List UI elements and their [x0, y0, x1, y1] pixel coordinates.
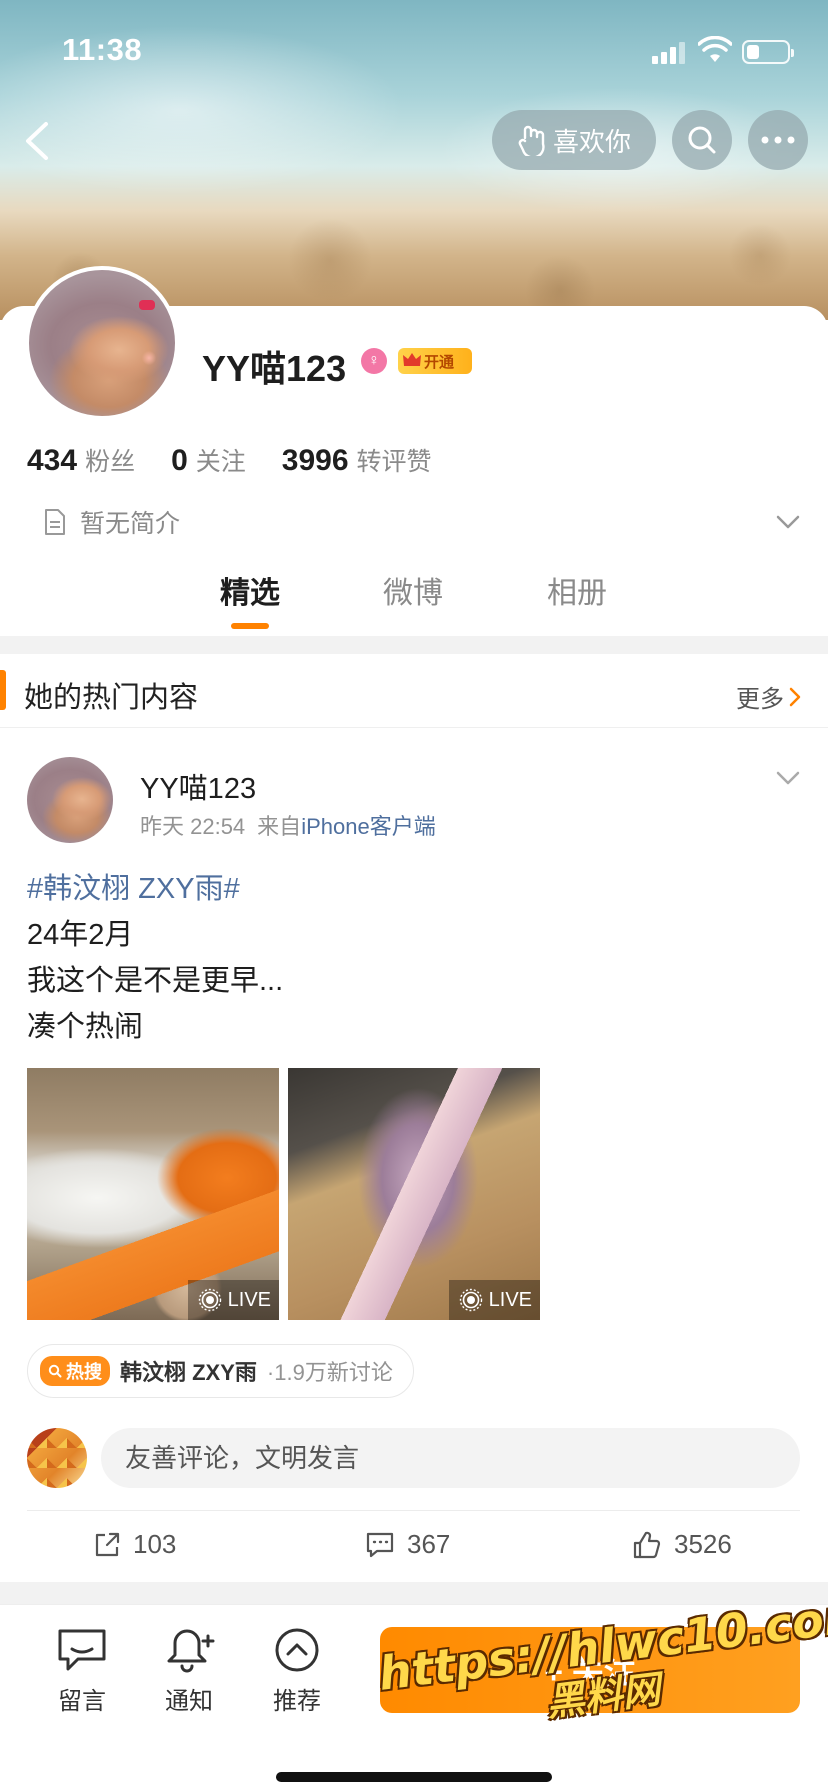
vip-open-badge[interactable]: 开通 — [398, 348, 472, 374]
female-icon: ♀ — [361, 348, 387, 374]
profile-username: YY喵123 — [202, 348, 347, 389]
message-button[interactable]: 留言 — [42, 1627, 122, 1716]
search-icon — [48, 1364, 62, 1378]
like-count: 3526 — [674, 1529, 732, 1559]
repost-count: 103 — [133, 1529, 177, 1559]
bell-plus-icon — [167, 1629, 215, 1673]
post-time: 昨天 22:54 — [140, 814, 246, 839]
message-icon — [58, 1629, 106, 1671]
more-icon — [761, 136, 795, 144]
hot-search-pill: 热搜 — [40, 1356, 110, 1386]
status-time: 11:38 — [62, 32, 143, 67]
recommend-label: 推荐 — [273, 1688, 321, 1715]
profile-stats: 434 粉丝 0 关注 3996 转评赞 — [27, 442, 468, 478]
crown-icon — [403, 353, 421, 366]
more-button[interactable] — [748, 110, 808, 170]
followers-count[interactable]: 434 — [27, 444, 77, 478]
tab-album[interactable]: 相册 — [547, 568, 607, 612]
like-button[interactable]: 3526 — [632, 1529, 732, 1560]
notify-label: 通知 — [165, 1688, 213, 1715]
post-photo-2[interactable]: LIVE — [288, 1068, 540, 1320]
tab-weibo[interactable]: 微博 — [383, 568, 443, 612]
like-you-button[interactable]: 喜欢你 — [492, 110, 656, 170]
post-meta: 昨天 22:54 来自iPhone客户端 — [140, 809, 436, 841]
battery-icon — [742, 40, 794, 64]
hot-search-count: ·1.9万新讨论 — [266, 1360, 393, 1385]
chevron-down-icon[interactable] — [774, 508, 802, 536]
comment-input[interactable]: 友善评论，文明发言 — [101, 1428, 800, 1488]
following-label[interactable]: 关注 — [196, 442, 246, 478]
message-label: 留言 — [58, 1688, 106, 1715]
followers-label[interactable]: 粉丝 — [85, 442, 135, 478]
search-button[interactable] — [672, 110, 732, 170]
post-author-avatar[interactable] — [27, 757, 113, 843]
profile-avatar[interactable] — [25, 266, 179, 420]
home-indicator — [276, 1772, 552, 1782]
comment-button[interactable]: 367 — [365, 1529, 450, 1560]
chevron-down-icon[interactable] — [774, 764, 802, 792]
live-icon — [459, 1288, 482, 1312]
share-icon — [95, 1532, 120, 1556]
post-source-prefix: 来自 — [257, 814, 302, 839]
bio-row[interactable]: 暂无简介 — [42, 504, 180, 540]
post-actions: 103 367 3526 — [27, 1510, 800, 1580]
live-label: LIVE — [488, 1288, 532, 1311]
chevron-up-circle-icon — [275, 1628, 319, 1672]
post-photo-1[interactable]: LIVE — [27, 1068, 279, 1320]
more-label: 更多 — [736, 686, 784, 713]
notify-button[interactable]: 通知 — [149, 1627, 229, 1716]
tab-featured[interactable]: 精选 — [220, 568, 280, 612]
signal-icon — [652, 42, 688, 64]
recommend-button[interactable]: 推荐 — [257, 1627, 337, 1716]
section-divider — [0, 636, 828, 654]
post-line: 24年2月 — [27, 919, 134, 951]
vip-label: 开通 — [424, 353, 455, 371]
bio-text: 暂无简介 — [80, 510, 181, 538]
hot-search-pill-label: 热搜 — [66, 1362, 102, 1382]
chevron-right-icon — [789, 687, 801, 706]
document-icon — [45, 509, 65, 535]
thumbs-up-icon — [633, 1531, 661, 1558]
tab-indicator — [231, 623, 269, 629]
search-icon — [688, 126, 716, 154]
post-author-name[interactable]: YY喵123 — [140, 765, 256, 807]
live-badge: LIVE — [187, 1280, 279, 1320]
more-link[interactable]: 更多 — [736, 679, 802, 714]
status-bar: 11:38 — [0, 28, 828, 72]
live-label: LIVE — [227, 1288, 271, 1311]
section-accent-bar — [0, 670, 6, 710]
hot-search-topic: 韩汶栩 ZXY雨 — [120, 1360, 257, 1385]
like-you-label: 喜欢你 — [552, 126, 631, 157]
post-hashtag[interactable]: #韩汶栩 ZXY雨# — [27, 866, 283, 912]
hot-search-chip[interactable]: 热搜 韩汶栩 ZXY雨 ·1.9万新讨论 — [27, 1344, 414, 1398]
section-divider — [0, 1582, 828, 1604]
hot-content-header: 她的热门内容 更多 — [0, 654, 828, 728]
hot-content-title: 她的热门内容 — [24, 682, 199, 714]
profile-tabs: 精选 微博 相册 — [0, 568, 828, 629]
comment-count: 367 — [407, 1529, 451, 1559]
post-line: 凑个热闹 — [27, 1011, 144, 1043]
comment-icon — [366, 1532, 394, 1557]
following-count[interactable]: 0 — [171, 444, 188, 478]
post-line: 我这个是不是更早... — [27, 965, 284, 997]
post-body: #韩汶栩 ZXY雨# 24年2月 我这个是不是更早... 凑个热闹 — [27, 866, 283, 1050]
interactions-label: 转评赞 — [356, 448, 432, 476]
my-avatar — [27, 1428, 87, 1488]
interactions-count: 3996 — [281, 444, 349, 477]
post-source[interactable]: iPhone客户端 — [301, 814, 436, 839]
back-icon[interactable] — [18, 116, 58, 166]
repost-button[interactable]: 103 — [93, 1529, 176, 1560]
wifi-icon — [698, 36, 732, 62]
live-icon — [198, 1288, 221, 1312]
hand-heart-icon — [518, 125, 545, 156]
live-badge: LIVE — [448, 1280, 540, 1320]
